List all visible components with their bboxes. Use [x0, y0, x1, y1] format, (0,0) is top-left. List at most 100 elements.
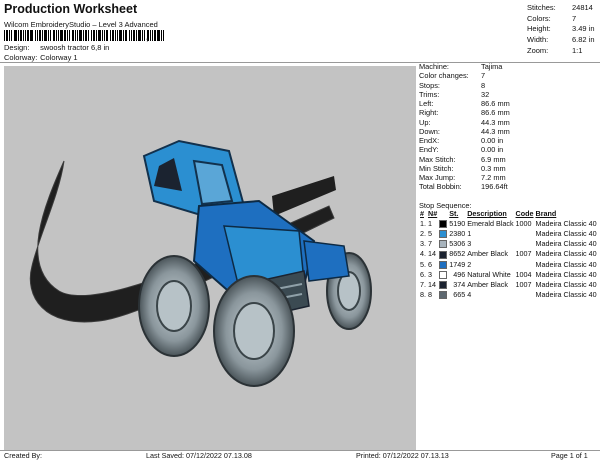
barcode-bar: [42, 30, 43, 41]
barcode-bar: [123, 30, 124, 41]
barcode-bar: [44, 30, 47, 41]
page-number: Page 1 of 1: [551, 451, 588, 460]
created-by: Created By:: [4, 451, 42, 460]
barcode-bar: [144, 30, 145, 41]
barcode-mark: ,: [146, 32, 149, 43]
info-row: EndY: 0.00 in: [419, 145, 599, 154]
info-label: Left:: [419, 99, 434, 108]
info-label: Total Bobbin:: [419, 182, 462, 192]
barcode-bar: [119, 30, 122, 41]
color-swatch: [438, 219, 448, 229]
software-subtitle: Wilcom EmbroideryStudio – Level 3 Advanc…: [4, 20, 158, 29]
info-row: Min Stitch: 0.3 mm: [419, 164, 599, 173]
barcode-bar: [6, 30, 8, 41]
stats-panel: Stitches: 24814 Colors: 7 Height: 3.49 in W…: [527, 3, 595, 57]
info-value: 44.3 mm: [481, 117, 510, 127]
stop-sequence-table: # N# St. Description Code Brand 1. 1 5190 E…: [419, 209, 598, 300]
col-header-stitches: St.: [449, 209, 459, 219]
thread-code: 1000: [515, 219, 532, 229]
info-label: Down:: [419, 126, 440, 136]
color-swatch-box: [439, 230, 448, 239]
colorway-row: Colorway: Colorway 1: [4, 53, 78, 62]
colorway-value: Colorway 1: [40, 53, 78, 62]
info-row: Left: 86.6 mm: [419, 99, 599, 108]
barcode-bar: [14, 30, 17, 41]
design-label: Design:: [4, 43, 30, 52]
barcode-bar: [20, 30, 22, 41]
thread-brand: Madeira Classic 40: [535, 239, 597, 249]
barcode: [4, 30, 167, 41]
barcode-bar: [93, 30, 95, 41]
stat-value: 6.82 in: [572, 35, 595, 45]
barcode-bar: [106, 30, 108, 41]
info-row: Trims: 32: [419, 90, 599, 99]
stat-row: Height: 3.49 in: [527, 24, 595, 35]
design-row: Design: swoosh tractor 6,8 in: [4, 43, 109, 52]
design-preview[interactable]: [4, 66, 416, 451]
barcode-bar: [142, 30, 143, 41]
stitch-count: 5190: [449, 219, 466, 229]
needle-number: 6: [428, 259, 432, 269]
thread-brand: Madeira Classic 40: [535, 229, 597, 239]
stitch-count: 374: [453, 279, 466, 289]
stat-value: 24814: [572, 3, 593, 12]
thread-description: Amber Black: [467, 249, 508, 259]
thread-code: [515, 290, 535, 300]
barcode-bar: [56, 30, 57, 41]
info-value: 8: [481, 80, 486, 90]
barcode-bar: [30, 30, 33, 41]
needle-number: 14: [428, 249, 436, 259]
row-number: 8.: [420, 289, 426, 299]
thread-description: Amber Black: [467, 279, 508, 289]
barcode-bar: [163, 30, 164, 41]
barcode-bar: [85, 30, 87, 41]
thread-description: Emerald Black: [467, 219, 514, 229]
barcode-bar: [50, 30, 51, 41]
info-label: EndY:: [419, 145, 439, 155]
thread-brand: Madeira Classic 40: [535, 249, 597, 259]
needle-number: 7: [428, 239, 432, 249]
barcode-bar: [131, 30, 132, 41]
barcode-bar: [125, 30, 127, 41]
thread-brand: Madeira Classic 40: [535, 269, 597, 279]
info-value: 6.9 mm: [481, 154, 506, 164]
info-label: Machine:: [419, 62, 449, 71]
row-number: 4.: [420, 249, 426, 259]
color-swatch-box: [439, 290, 448, 299]
info-value: 86.6 mm: [481, 99, 510, 108]
swoosh-tractor-image: [29, 139, 372, 387]
stitch-count: 1749: [449, 259, 466, 269]
stat-label: Height:: [527, 24, 551, 34]
row-number: 7.: [420, 279, 426, 289]
color-swatch-box: [439, 250, 448, 259]
stitch-count: 2380: [449, 229, 466, 239]
color-swatch: [438, 229, 448, 239]
printed-date: Printed: 07/12/2022 07.13.13: [356, 451, 449, 460]
row-number: 3.: [420, 239, 426, 249]
barcode-bar: [35, 30, 36, 41]
info-row: Color changes: 7: [419, 71, 599, 80]
row-number: 2.: [420, 229, 426, 239]
stat-row: Width: 6.82 in: [527, 35, 595, 46]
info-label: EndX:: [419, 136, 440, 145]
thread-description: 3: [467, 239, 472, 249]
thread-brand: Madeira Classic 40: [535, 289, 597, 299]
info-label: Max Jump:: [419, 173, 456, 182]
thread-code: 1007: [515, 249, 532, 259]
needle-number: 1: [428, 219, 432, 229]
info-value: 86.6 mm: [481, 108, 510, 118]
barcode-bar: [161, 30, 162, 41]
thread-description: 1: [467, 229, 472, 239]
barcode-bar: [136, 30, 137, 41]
info-row: Right: 86.6 mm: [419, 108, 599, 117]
stat-value: 1:1: [572, 45, 583, 55]
color-swatch: [438, 290, 448, 300]
barcode-bar: [154, 30, 156, 41]
color-swatch-box: [439, 240, 448, 249]
info-row: Max Jump: 7.2 mm: [419, 173, 599, 182]
stat-value: 3.49 in: [572, 24, 595, 34]
barcode-bar: [39, 30, 41, 41]
barcode-bar: [37, 30, 38, 41]
needle-number: 8: [428, 289, 432, 299]
barcode-bar: [4, 30, 5, 41]
